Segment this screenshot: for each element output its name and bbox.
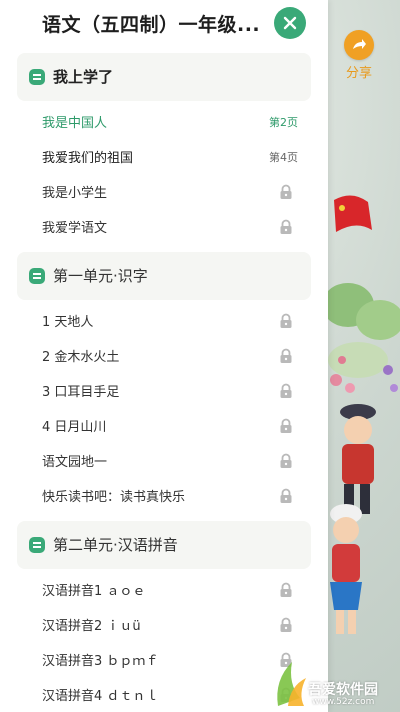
chapter-item[interactable]: 汉语拼音1 ａｏｅ	[0, 572, 328, 607]
children-flag-illustration	[328, 195, 400, 634]
lock-icon	[280, 219, 292, 234]
section-header-0[interactable]: 我上学了	[17, 53, 311, 101]
chapter-label: 我爱学语文	[42, 221, 108, 236]
book-icon	[29, 268, 45, 284]
chapter-item[interactable]: 我爱我们的祖国 第4页	[0, 139, 328, 174]
chapter-label: 汉语拼音4 ｄｔｎｌ	[42, 689, 159, 704]
lock-icon	[280, 617, 292, 632]
chapter-item[interactable]: 2 金木水火土	[0, 338, 328, 373]
chapter-label: 4 日月山川	[42, 420, 107, 435]
section-title: 第一单元·识字	[53, 267, 148, 285]
watermark-text: 吾爱软件园	[308, 682, 378, 698]
chapter-item[interactable]: 语文园地一	[0, 443, 328, 478]
share-label: 分享	[345, 66, 372, 81]
chapter-label: 汉语拼音2 ｉｕü	[42, 619, 141, 634]
section-header-1[interactable]: 第一单元·识字	[17, 252, 311, 300]
lock-icon	[280, 582, 292, 597]
chapter-label: 1 天地人	[42, 315, 94, 330]
chapter-label: 3 口耳目手足	[42, 385, 120, 400]
drawer-title: 语文（五四制）一年级...	[42, 14, 261, 36]
chapter-label: 我是中国人	[42, 116, 108, 131]
page-number: 第2页	[269, 116, 298, 129]
chapter-label: 2 金木水火土	[42, 350, 120, 365]
chapter-label: 我爱我们的祖国	[42, 151, 134, 166]
chapter-item[interactable]: 我是中国人 第2页	[0, 104, 328, 139]
chapter-item[interactable]: 我是小学生	[0, 174, 328, 209]
lock-icon	[280, 488, 292, 503]
chapter-item[interactable]: 4 日月山川	[0, 408, 328, 443]
chapter-item[interactable]: 我爱学语文	[0, 209, 328, 244]
share-arrow-icon	[344, 30, 374, 60]
share-button[interactable]: 分享	[338, 30, 380, 81]
book-icon	[29, 69, 45, 85]
lock-icon	[280, 453, 292, 468]
close-icon	[283, 16, 297, 30]
lock-icon	[280, 383, 292, 398]
section-title: 我上学了	[53, 68, 114, 86]
close-button[interactable]	[274, 7, 306, 39]
chapter-item[interactable]: 快乐读书吧：读书真快乐	[0, 478, 328, 513]
chapter-item[interactable]: 3 口耳目手足	[0, 373, 328, 408]
drawer-header: 语文（五四制）一年级...	[0, 0, 328, 48]
table-of-contents-drawer: 语文（五四制）一年级... 我上学了 我是中国人 第2页 我爱我们的祖国 第4页…	[0, 0, 328, 712]
book-icon	[29, 537, 45, 553]
chapter-label: 汉语拼音3 ｂｐｍｆ	[42, 654, 159, 669]
section-header-2[interactable]: 第二单元·汉语拼音	[17, 521, 311, 569]
lock-icon	[280, 313, 292, 328]
chapter-label: 汉语拼音1 ａｏｅ	[42, 584, 146, 599]
chapter-label: 我是小学生	[42, 186, 108, 201]
lock-icon	[280, 348, 292, 363]
section-title: 第二单元·汉语拼音	[53, 536, 178, 554]
chapter-label: 快乐读书吧：读书真快乐	[42, 490, 186, 505]
chapter-label: 语文园地一	[42, 455, 108, 470]
chapter-item[interactable]: 1 天地人	[0, 303, 328, 338]
chapter-item[interactable]: 汉语拼音2 ｉｕü	[0, 607, 328, 642]
page-number: 第4页	[269, 151, 298, 164]
lock-icon	[280, 184, 292, 199]
lock-icon	[280, 418, 292, 433]
watermark-url: www.52z.com	[312, 697, 375, 707]
